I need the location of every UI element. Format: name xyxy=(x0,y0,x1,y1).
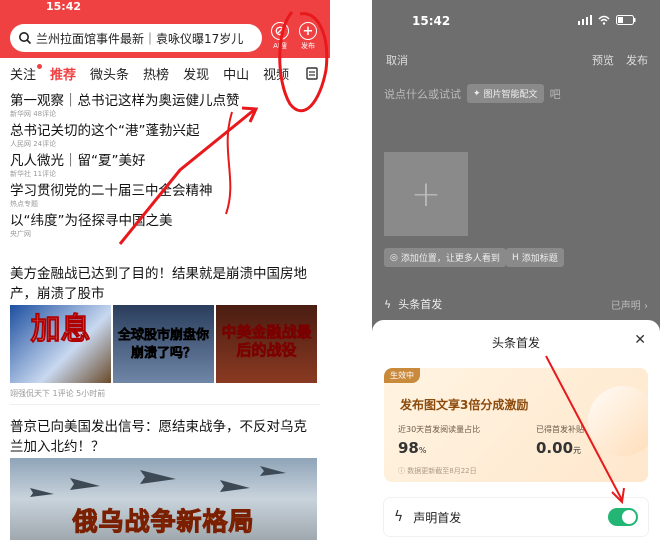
compose-placeholder: 说点什么或试试 xyxy=(384,87,461,101)
first-publish-sheet: 头条首发 ✕ 生效中 发布图文享3倍分成激励 近30天首发阅读量占比 98% 已… xyxy=(372,320,660,540)
data-update-note: ⓘ 数据更新截至8月22日 xyxy=(398,467,477,475)
screenshot-stage: 15:42 兰州拉面馆事件最新｜袁咏仪曝17岁儿 ⊘ AI搜 + 发布 关注 推… xyxy=(0,0,660,540)
incentive-card: 生效中 发布图文享3倍分成激励 近30天首发阅读量占比 98% 已得首发补贴 0… xyxy=(384,368,648,482)
status-time: 15:42 xyxy=(46,0,82,13)
lightning-icon: ϟ xyxy=(394,509,404,525)
list-item[interactable]: 第一观察｜总书记这样为奥运健儿点赞 新华网 48评论 xyxy=(10,92,320,119)
publish-button[interactable]: 发布 xyxy=(626,52,648,68)
wifi-icon xyxy=(598,15,610,25)
status-icons xyxy=(578,15,636,25)
lightning-icon: ϟ xyxy=(384,298,392,311)
feed-screen: 15:42 兰州拉面馆事件最新｜袁咏仪曝17岁儿 ⊘ AI搜 + 发布 关注 推… xyxy=(0,0,330,540)
channel-menu-icon[interactable] xyxy=(305,65,319,81)
first-publish-row[interactable]: ϟ 头条首发 已声明 › xyxy=(384,296,648,312)
status-badge: 生效中 xyxy=(384,368,420,383)
location-icon: ◎ xyxy=(390,252,398,263)
preview-button[interactable]: 预览 xyxy=(592,52,614,68)
compose-placeholder-tail: 吧 xyxy=(549,87,561,101)
thumbnail-caption: 中美金融战最后的战役 xyxy=(221,323,312,360)
thumbnail-3: 中美金融战最后的战役 xyxy=(216,305,317,383)
plus-icon: + xyxy=(299,22,317,40)
ai-search-icon: ⊘ xyxy=(271,22,289,40)
cancel-button[interactable]: 取消 xyxy=(386,52,408,68)
image-caption: 俄乌战争新格局 xyxy=(72,507,255,537)
stat-subsidy: 已得首发补贴 0.00元 xyxy=(536,425,584,457)
list-item[interactable]: 以“纬度”为径探寻中国之美 央广网 xyxy=(10,212,320,239)
add-image-button[interactable]: + xyxy=(384,152,468,236)
search-icon xyxy=(19,32,32,45)
tab-follow[interactable]: 关注 xyxy=(10,63,43,83)
thumbnail-caption: 全球股市崩盘你崩溃了吗？ xyxy=(117,328,210,362)
declare-first-row: ϟ 声明首发 xyxy=(384,498,648,536)
add-location-button[interactable]: ◎ 添加位置，让更多人看到 xyxy=(384,248,506,267)
unread-dot xyxy=(37,63,43,69)
compose-input[interactable]: 说点什么或试试 ✦ 图片智能配文 吧 xyxy=(384,84,561,103)
article-thumbnails: 加息 全球股市崩盘你崩溃了吗？ 中美金融战最后的战役 xyxy=(10,305,317,383)
toggle-knob xyxy=(622,510,636,524)
publish-label: 发布 xyxy=(301,42,315,50)
tab-discover[interactable]: 发现 xyxy=(183,64,209,83)
stat-read-ratio: 近30天首发阅读量占比 98% xyxy=(398,425,481,457)
article-title: 普京已向美国发出信号：愿结束战争，不反对乌克兰加入北约！？ xyxy=(10,419,307,455)
ai-search-label: AI搜 xyxy=(273,42,287,50)
thumbnail-caption: 加息 xyxy=(30,312,91,347)
tab-video[interactable]: 视频 xyxy=(263,64,289,83)
tab-weitoutiao[interactable]: 微头条 xyxy=(90,64,129,83)
article-card-2[interactable]: 普京已向美国发出信号：愿结束战争，不反对乌克兰加入北约！？ xyxy=(10,417,320,457)
hot-news-list: 第一观察｜总书记这样为奥运健儿点赞 新华网 48评论 总书记关切的这个“港”蓬勃兴… xyxy=(10,92,320,242)
add-title-button[interactable]: H 添加标题 xyxy=(506,248,564,267)
thumbnail-2: 全球股市崩盘你崩溃了吗？ xyxy=(113,305,214,383)
article-image: 俄乌战争新格局 xyxy=(10,458,317,540)
compose-screen: 15:42 取消 预览 发布 说点什么或试试 ✦ 图片智能配文 吧 + ◎ 添加位置… xyxy=(372,0,660,540)
article-card-1[interactable]: 美方金融战已达到了目的！结果就是崩溃中国房地产，崩溃了股市 xyxy=(10,264,320,304)
smart-caption-button[interactable]: ✦ 图片智能配文 xyxy=(467,84,544,103)
list-item[interactable]: 凡人微光｜留“夏”美好 新华社 11评论 xyxy=(10,152,320,179)
list-item[interactable]: 总书记关切的这个“港”蓬勃兴起 人民网 24评论 xyxy=(10,122,320,149)
article-title: 美方金融战已达到了目的！结果就是崩溃中国房地产，崩溃了股市 xyxy=(10,266,307,302)
declare-first-label: 声明首发 xyxy=(413,510,462,525)
title-icon: H xyxy=(512,252,519,263)
first-publish-status: 已声明 › xyxy=(610,300,648,312)
tab-zhongshan[interactable]: 中山 xyxy=(223,64,249,83)
article-meta: 翊强侃天下 1评论 5小时前 xyxy=(10,389,106,398)
publish-button[interactable]: + 发布 xyxy=(296,22,320,51)
decorative-shape xyxy=(588,386,648,456)
ai-search-button[interactable]: ⊘ AI搜 xyxy=(268,22,292,51)
signal-icon xyxy=(578,15,592,25)
tab-recommend[interactable]: 推荐 xyxy=(50,64,76,83)
sparkle-icon: ✦ xyxy=(473,88,481,99)
close-icon[interactable]: ✕ xyxy=(634,332,646,348)
incentive-headline: 发布图文享3倍分成激励 xyxy=(400,398,529,412)
first-publish-label: 头条首发 xyxy=(398,298,443,311)
divider xyxy=(10,404,320,405)
thumbnail-1: 加息 xyxy=(10,305,111,383)
search-input[interactable]: 兰州拉面馆事件最新｜袁咏仪曝17岁儿 xyxy=(10,24,262,52)
sheet-title: 头条首发 xyxy=(491,336,540,350)
status-time: 15:42 xyxy=(412,14,451,28)
list-item[interactable]: 学习贯彻党的二十届三中全会精神 热点专题 xyxy=(10,182,320,209)
channel-tabs: 关注 推荐 微头条 热榜 发现 中山 视频 xyxy=(0,60,330,86)
search-text: 兰州拉面馆事件最新｜袁咏仪曝17岁儿 xyxy=(36,31,244,46)
feed-header: 15:42 兰州拉面馆事件最新｜袁咏仪曝17岁儿 ⊘ AI搜 + 发布 xyxy=(0,0,330,58)
tab-hot[interactable]: 热榜 xyxy=(143,64,169,83)
declare-first-toggle[interactable] xyxy=(608,508,638,526)
plus-icon: + xyxy=(410,173,442,215)
battery-icon xyxy=(616,15,636,25)
